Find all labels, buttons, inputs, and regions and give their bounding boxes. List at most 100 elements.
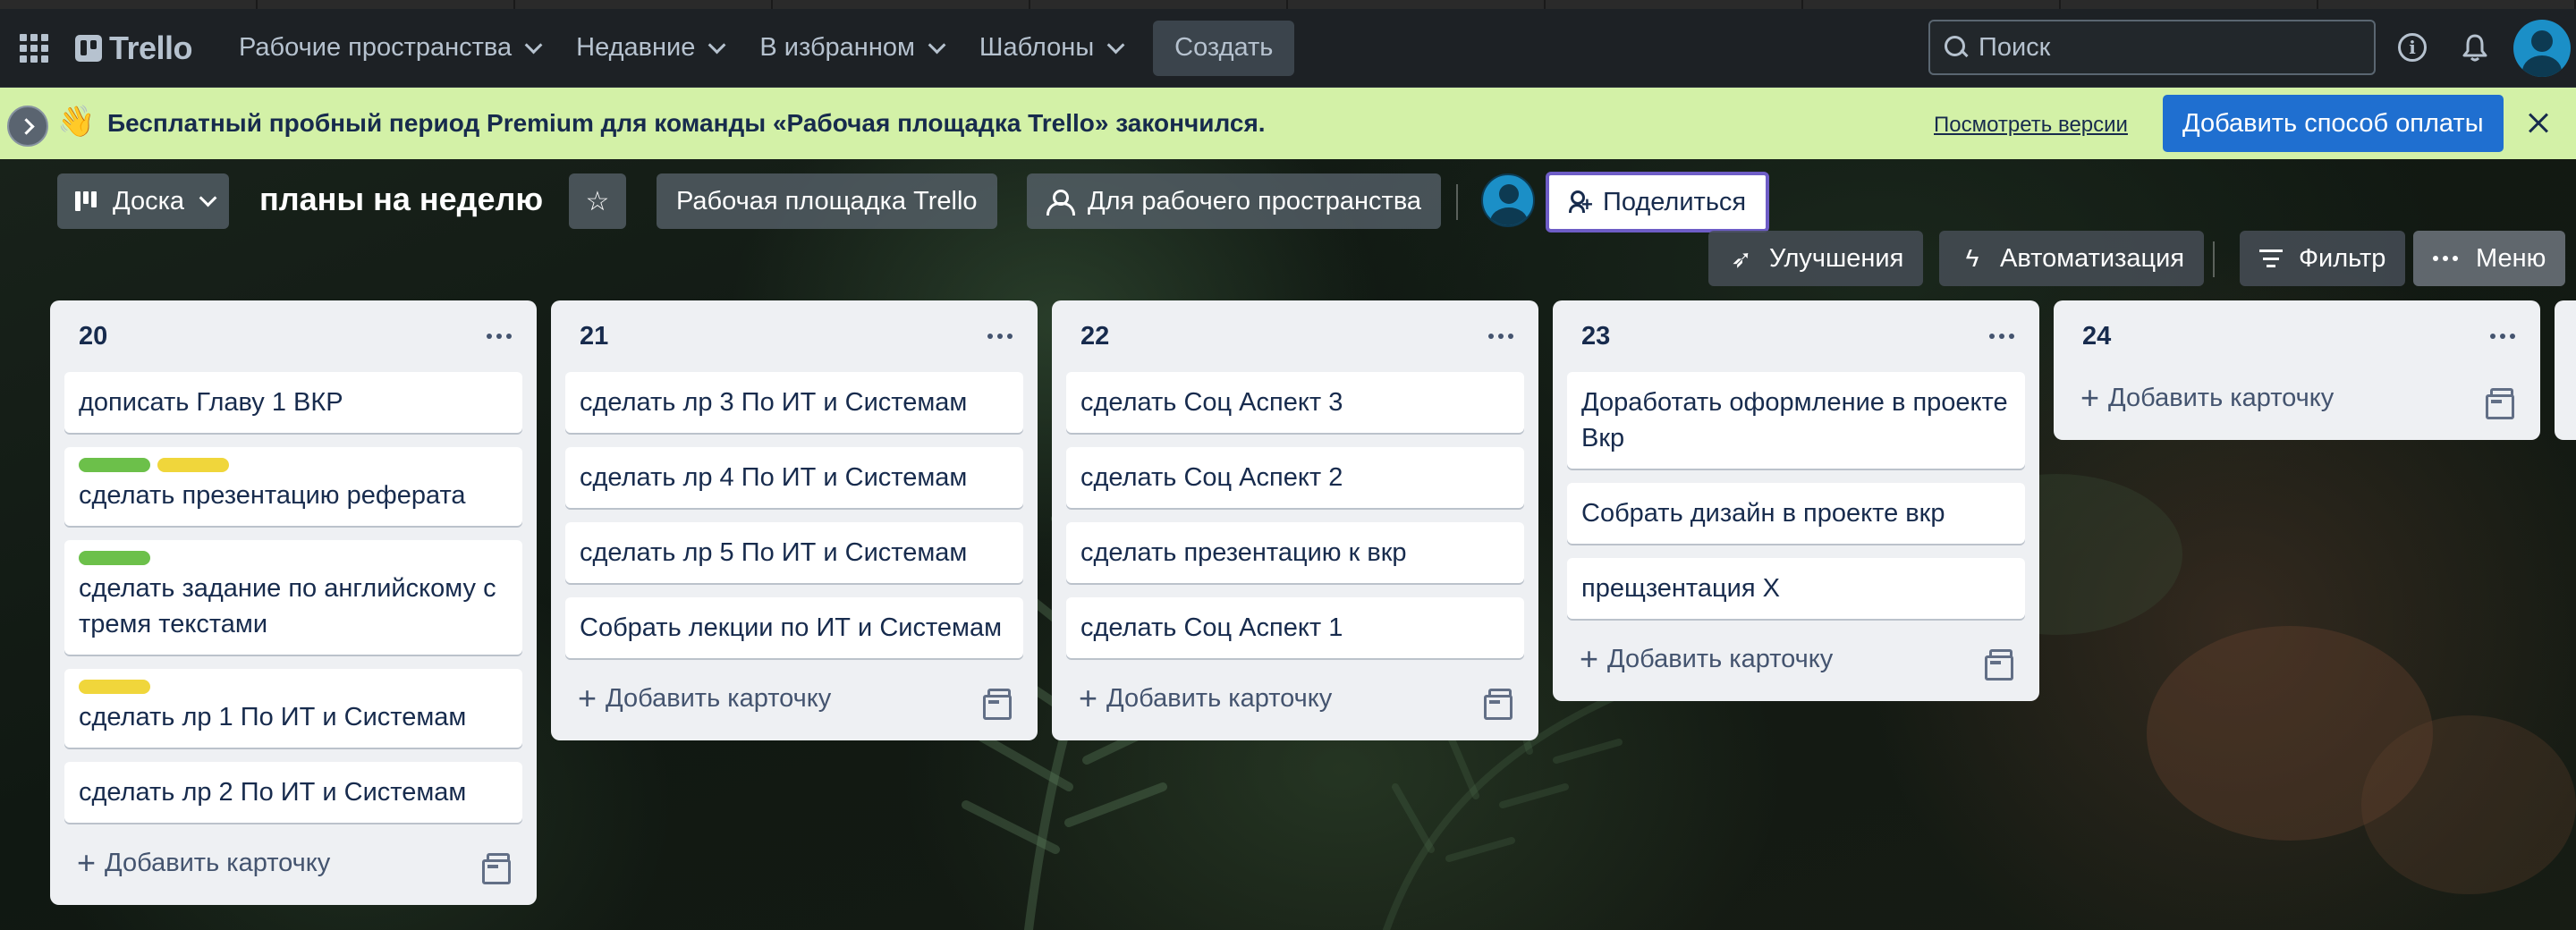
board-menu-button[interactable]: Меню <box>2413 231 2566 286</box>
workspace-button[interactable]: Рабочая площадка Trello <box>657 173 997 229</box>
apps-grid-icon[interactable] <box>20 33 48 63</box>
card[interactable]: сделать Соц Аспект 1 <box>1066 597 1524 658</box>
close-icon[interactable] <box>2522 107 2555 140</box>
add-card-button[interactable]: + Добавить карточку <box>1580 643 1833 675</box>
list-title[interactable]: 20 <box>79 322 107 351</box>
list-title[interactable]: 23 <box>1581 322 1610 351</box>
label-green[interactable] <box>79 551 150 565</box>
list-menu-icon[interactable] <box>2490 334 2515 339</box>
add-list-column[interactable] <box>2555 300 2576 440</box>
info-button[interactable]: i <box>2392 27 2433 68</box>
list-24[interactable]: 24 + Добавить карточку <box>2054 300 2540 440</box>
add-card-button[interactable]: + Добавить карточку <box>1079 682 1332 714</box>
add-card-button[interactable]: + Добавить карточку <box>578 682 831 714</box>
list-title[interactable]: 21 <box>580 322 608 351</box>
list-21[interactable]: 21 сделать лр 3 По ИТ и Системам сделать… <box>551 300 1038 740</box>
card-title: Собрать лекции по ИТ и Системам <box>580 613 1003 642</box>
search-box[interactable] <box>1928 20 2376 75</box>
card[interactable]: Собрать дизайн в проекте вкр <box>1567 483 2025 544</box>
add-payment-button[interactable]: Добавить способ оплаты <box>2163 95 2504 152</box>
expand-sidebar-button[interactable] <box>7 106 48 147</box>
list-23[interactable]: 23 Доработать оформление в проекте Вкр С… <box>1553 300 2039 701</box>
board-view-label: Доска <box>113 186 185 216</box>
board-title[interactable]: планы на неделю <box>259 181 543 218</box>
notifications-button[interactable] <box>2454 27 2496 68</box>
nav-starred[interactable]: В избранном <box>740 20 960 77</box>
list-header: 24 <box>2068 300 2526 372</box>
visibility-button[interactable]: Для рабочего пространства <box>1027 173 1442 229</box>
add-card-label: Добавить карточку <box>105 848 331 877</box>
chevron-down-icon <box>928 36 946 54</box>
list-menu-icon[interactable] <box>1989 334 2014 339</box>
card[interactable]: сделать Соц Аспект 3 <box>1066 372 1524 433</box>
list-menu-icon[interactable] <box>987 334 1013 339</box>
card-title: сделать Соц Аспект 3 <box>1080 388 1343 417</box>
card[interactable]: Собрать лекции по ИТ и Системам <box>565 597 1023 658</box>
card[interactable]: сделать лр 2 По ИТ и Системам <box>64 762 522 823</box>
card-labels <box>79 551 508 565</box>
card[interactable]: дописать Главу 1 ВКР <box>64 372 522 433</box>
nav-templates[interactable]: Шаблоны <box>960 20 1139 77</box>
create-button[interactable]: Создать <box>1153 20 1295 76</box>
card[interactable]: сделать презентацию реферата <box>64 447 522 526</box>
card-title: сделать Соц Аспект 1 <box>1080 613 1343 642</box>
create-from-template-icon[interactable] <box>983 689 1012 720</box>
card[interactable]: Доработать оформление в проекте Вкр <box>1567 372 2025 469</box>
card[interactable]: сделать Соц Аспект 2 <box>1066 447 1524 508</box>
search-icon <box>1945 36 1968 59</box>
board-member-avatar[interactable] <box>1481 173 1535 227</box>
bell-icon <box>2462 34 2487 62</box>
label-yellow[interactable] <box>79 680 150 694</box>
list-22[interactable]: 22 сделать Соц Аспект 3 сделать Соц Аспе… <box>1052 300 1538 740</box>
card[interactable]: сделать лр 3 По ИТ и Системам <box>565 372 1023 433</box>
rocket-icon: ➶ <box>1731 244 1752 273</box>
chevron-down-icon <box>1106 36 1125 54</box>
search-input[interactable] <box>1979 32 2354 63</box>
plus-icon: + <box>578 680 597 716</box>
card[interactable]: сделать презентацию к вкр <box>1066 522 1524 583</box>
add-card-label: Добавить карточку <box>606 683 832 713</box>
card-title: сделать лр 1 По ИТ и Системам <box>79 703 467 731</box>
card[interactable]: прещзентация Х <box>1567 558 2025 619</box>
trello-logo-icon <box>75 34 102 62</box>
board-view-switcher[interactable]: Доска <box>57 173 230 229</box>
list-title[interactable]: 22 <box>1080 322 1109 351</box>
star-board-button[interactable]: ☆ <box>569 173 626 229</box>
automation-button[interactable]: ϟ Автоматизация <box>1939 231 2205 286</box>
app-header: Trello Рабочие пространства Недавние В и… <box>0 9 2576 88</box>
user-avatar[interactable] <box>2513 20 2571 77</box>
lightning-icon: ϟ <box>1965 244 1979 272</box>
list-title[interactable]: 24 <box>2082 322 2111 351</box>
create-from-template-icon[interactable] <box>2486 388 2514 419</box>
share-button[interactable]: Поделиться <box>1546 172 1770 232</box>
add-card-row: + Добавить карточку <box>1066 671 1524 726</box>
filter-button[interactable]: Фильтр <box>2240 231 2406 286</box>
nav-workspaces[interactable]: Рабочие пространства <box>219 20 556 77</box>
label-yellow[interactable] <box>157 458 229 472</box>
add-card-button[interactable]: + Добавить карточку <box>77 847 330 879</box>
nav-recent[interactable]: Недавние <box>556 20 740 77</box>
list-menu-icon[interactable] <box>487 334 512 339</box>
add-card-button[interactable]: + Добавить карточку <box>2080 382 2334 414</box>
card[interactable]: сделать лр 1 По ИТ и Системам <box>64 669 522 748</box>
chevron-down-icon <box>199 189 217 207</box>
create-from-template-icon[interactable] <box>482 853 511 884</box>
card-title: Собрать дизайн в проекте вкр <box>1581 499 1945 528</box>
label-green[interactable] <box>79 458 150 472</box>
card-title: сделать задание по английскому с тремя т… <box>79 574 496 638</box>
chevron-down-icon <box>708 36 726 54</box>
trello-logo[interactable]: Trello <box>75 30 193 67</box>
add-card-row: + Добавить карточку <box>1567 631 2025 687</box>
card-title: сделать презентацию к вкр <box>1080 538 1407 567</box>
board-canvas: 20 дописать Главу 1 ВКР сделать презента… <box>0 300 2576 930</box>
list-menu-icon[interactable] <box>1488 334 1513 339</box>
card[interactable]: сделать лр 4 По ИТ и Системам <box>565 447 1023 508</box>
create-from-template-icon[interactable] <box>1985 649 2013 681</box>
create-from-template-icon[interactable] <box>1484 689 1513 720</box>
card[interactable]: сделать задание по английскому с тремя т… <box>64 540 522 655</box>
power-ups-button[interactable]: ➶ Улучшения <box>1708 231 1924 286</box>
list-20[interactable]: 20 дописать Главу 1 ВКР сделать презента… <box>50 300 537 905</box>
divider <box>2213 241 2215 277</box>
view-plans-link[interactable]: Посмотреть версии <box>1934 113 2128 138</box>
card[interactable]: сделать лр 5 По ИТ и Системам <box>565 522 1023 583</box>
